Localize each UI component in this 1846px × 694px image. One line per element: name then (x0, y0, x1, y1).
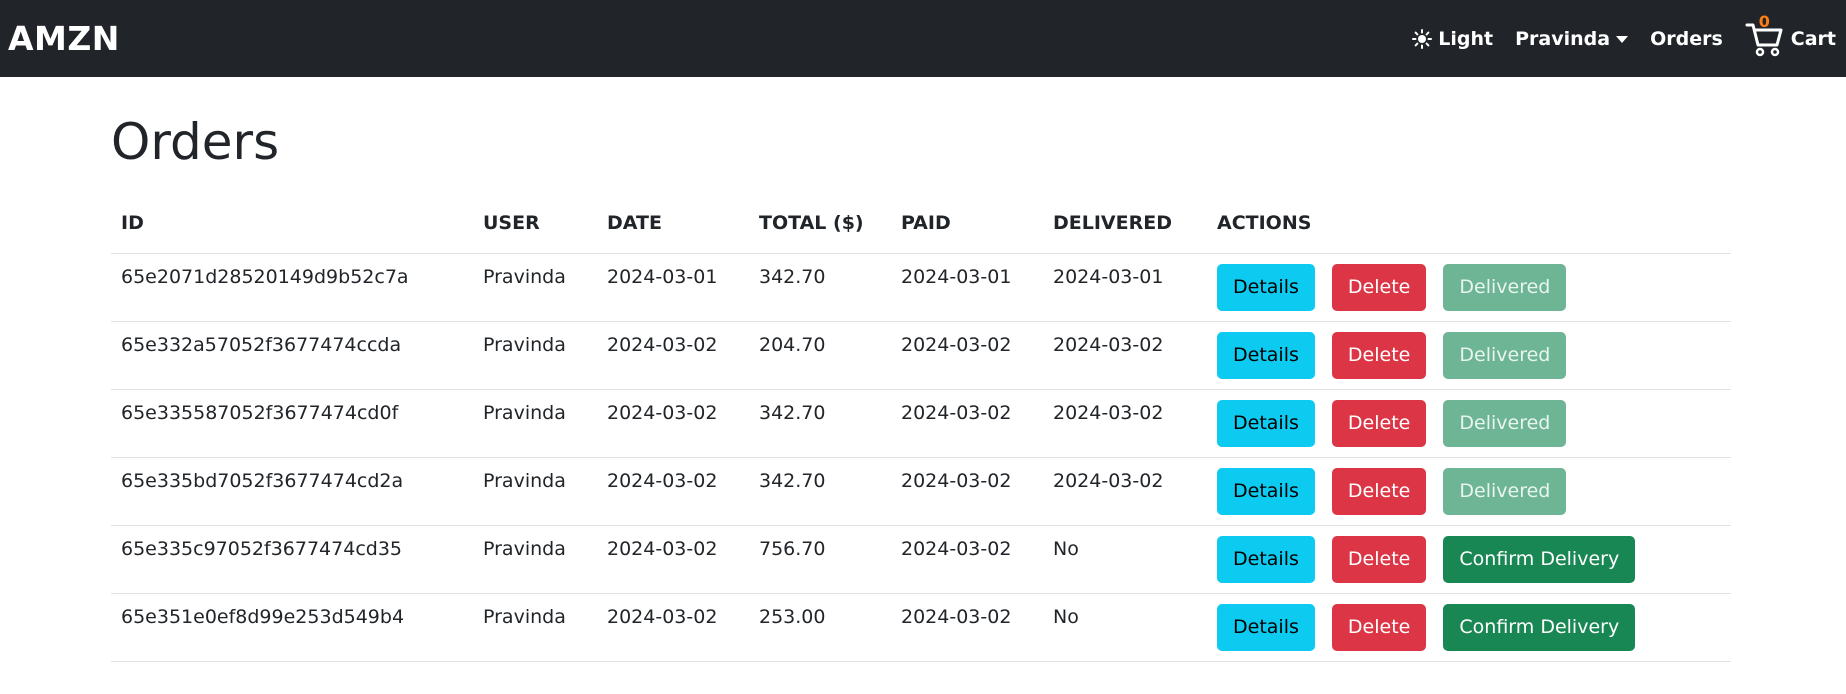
table-row: 65e335587052f3677474cd0f Pravinda 2024-0… (111, 389, 1731, 458)
order-user: Pravinda (473, 457, 597, 526)
order-date: 2024-03-02 (597, 321, 749, 390)
order-user: Pravinda (473, 525, 597, 594)
brand-logo[interactable]: AMZN (8, 19, 120, 58)
order-total: 342.70 (749, 253, 891, 322)
order-paid: 2024-03-02 (891, 593, 1043, 662)
order-total: 342.70 (749, 457, 891, 526)
order-user: Pravinda (473, 593, 597, 662)
theme-label: Light (1438, 27, 1494, 50)
order-id: 65e335c97052f3677474cd35 (111, 525, 473, 594)
column-header-delivered: DELIVERED (1043, 193, 1207, 254)
order-delivered: 2024-03-02 (1043, 321, 1207, 390)
page-title: Orders (111, 113, 280, 171)
delete-button[interactable]: Delete (1331, 467, 1427, 515)
details-button[interactable]: Details (1217, 263, 1315, 311)
order-delivered: 2024-03-02 (1043, 457, 1207, 526)
table-row: 65e335bd7052f3677474cd2a Pravinda 2024-0… (111, 457, 1731, 526)
delete-button[interactable]: Delete (1331, 535, 1427, 583)
column-header-user: USER (473, 193, 597, 254)
user-dropdown[interactable]: Pravinda (1515, 27, 1629, 50)
table-row: 65e335c97052f3677474cd35 Pravinda 2024-0… (111, 525, 1731, 594)
details-button[interactable]: Details (1217, 603, 1315, 651)
order-date: 2024-03-02 (597, 389, 749, 458)
order-date: 2024-03-02 (597, 525, 749, 594)
nav-links: Light Pravinda Orders 0 Cart (1390, 0, 1836, 77)
orders-table: ID USER DATE TOTAL ($) PAID DELIVERED AC… (111, 193, 1731, 662)
order-id: 65e332a57052f3677474ccda (111, 321, 473, 390)
order-delivered: 2024-03-02 (1043, 389, 1207, 458)
details-button[interactable]: Details (1217, 399, 1315, 447)
orders-link[interactable]: Orders (1650, 28, 1723, 50)
column-header-date: DATE (597, 193, 749, 254)
order-id: 65e351e0ef8d99e253d549b4 (111, 593, 473, 662)
user-name: Pravinda (1515, 27, 1611, 50)
order-actions: Details Delete Delivered (1207, 253, 1731, 322)
order-paid: 2024-03-01 (891, 253, 1043, 322)
order-delivered: No (1043, 525, 1207, 594)
order-id: 65e335bd7052f3677474cd2a (111, 457, 473, 526)
delivered-button: Delivered (1443, 331, 1567, 379)
order-delivered: 2024-03-01 (1043, 253, 1207, 322)
order-total: 204.70 (749, 321, 891, 390)
order-actions: Details Delete Delivered (1207, 389, 1731, 458)
details-button[interactable]: Details (1217, 535, 1315, 583)
order-paid: 2024-03-02 (891, 525, 1043, 594)
table-row: 65e332a57052f3677474ccda Pravinda 2024-0… (111, 321, 1731, 390)
order-total: 253.00 (749, 593, 891, 662)
details-button[interactable]: Details (1217, 467, 1315, 515)
order-delivered: No (1043, 593, 1207, 662)
theme-toggle[interactable]: Light (1412, 28, 1493, 50)
order-paid: 2024-03-02 (891, 321, 1043, 390)
confirm-delivery-button[interactable]: Confirm Delivery (1443, 535, 1636, 583)
order-paid: 2024-03-02 (891, 389, 1043, 458)
order-date: 2024-03-02 (597, 457, 749, 526)
order-actions: Details Delete Delivered (1207, 457, 1731, 526)
cart-link[interactable]: 0 Cart (1745, 12, 1836, 57)
table-row: 65e2071d28520149d9b52c7a Pravinda 2024-0… (111, 253, 1731, 322)
order-date: 2024-03-01 (597, 253, 749, 322)
delete-button[interactable]: Delete (1331, 603, 1427, 651)
cart-label: Cart (1790, 27, 1836, 50)
order-total: 342.70 (749, 389, 891, 458)
order-actions: Details Delete Delivered (1207, 321, 1731, 390)
column-header-id: ID (111, 193, 473, 254)
delete-button[interactable]: Delete (1331, 263, 1427, 311)
table-header-row: ID USER DATE TOTAL ($) PAID DELIVERED AC… (111, 193, 1731, 254)
order-actions: Details Delete Confirm Delivery (1207, 593, 1731, 662)
top-navbar: AMZN Light Pravinda Orders 0 Cart (0, 0, 1846, 77)
main-content: Orders ID USER DATE TOTAL ($) PAID DELIV… (0, 117, 1846, 662)
orders-link-label: Orders (1650, 27, 1723, 50)
order-total: 756.70 (749, 525, 891, 594)
column-header-total: TOTAL ($) (749, 193, 891, 254)
sun-icon (1412, 28, 1433, 49)
order-user: Pravinda (473, 253, 597, 322)
order-user: Pravinda (473, 389, 597, 458)
column-header-paid: PAID (891, 193, 1043, 254)
cart-icon-wrap: 0 (1745, 12, 1783, 57)
order-id: 65e2071d28520149d9b52c7a (111, 253, 473, 322)
delivered-button: Delivered (1443, 467, 1567, 515)
cart-count-badge: 0 (1758, 11, 1770, 31)
delivered-button: Delivered (1443, 399, 1567, 447)
table-row: 65e351e0ef8d99e253d549b4 Pravinda 2024-0… (111, 593, 1731, 662)
order-user: Pravinda (473, 321, 597, 390)
details-button[interactable]: Details (1217, 331, 1315, 379)
confirm-delivery-button[interactable]: Confirm Delivery (1443, 603, 1636, 651)
delete-button[interactable]: Delete (1331, 399, 1427, 447)
caret-down-icon (1616, 36, 1629, 43)
order-paid: 2024-03-02 (891, 457, 1043, 526)
column-header-actions: ACTIONS (1207, 193, 1731, 254)
order-actions: Details Delete Confirm Delivery (1207, 525, 1731, 594)
delete-button[interactable]: Delete (1331, 331, 1427, 379)
order-date: 2024-03-02 (597, 593, 749, 662)
order-id: 65e335587052f3677474cd0f (111, 389, 473, 458)
delivered-button: Delivered (1443, 263, 1567, 311)
